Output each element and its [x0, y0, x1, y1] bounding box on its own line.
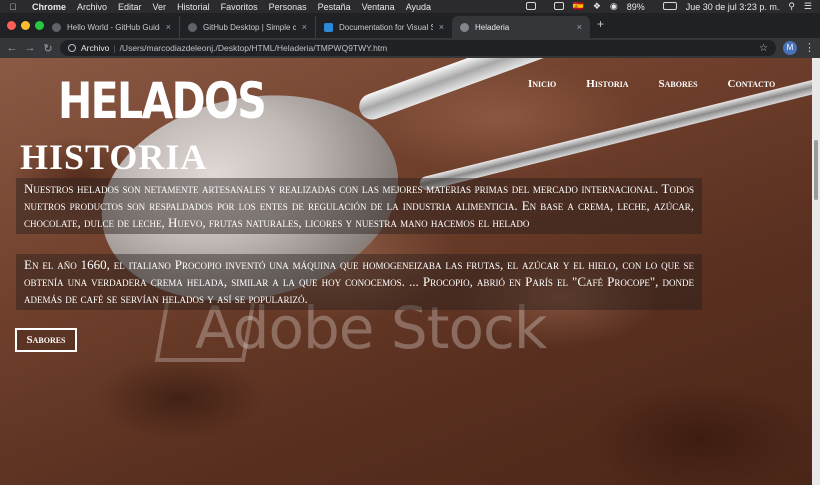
os-menubar:  Chrome Archivo Editar Ver Historial Fa… [0, 0, 820, 13]
section-title: HISTORIA [20, 137, 208, 177]
close-tab-icon[interactable]: × [577, 22, 582, 32]
menu-editar[interactable]: Editar [118, 2, 142, 12]
reload-icon[interactable]: ↻ [39, 42, 57, 55]
profile-avatar[interactable]: M [783, 41, 797, 55]
globe-icon [460, 22, 469, 32]
menu-ayuda[interactable]: Ayuda [406, 2, 431, 12]
apple-icon[interactable]:  [8, 2, 18, 12]
background-handle-shape [355, 58, 807, 124]
more-menu-icon[interactable]: ⋮ [804, 41, 815, 54]
tab-github-guides[interactable]: Hello World - GitHub Guides × [44, 16, 180, 38]
tab-github-desktop[interactable]: GitHub Desktop | Simple collab × [180, 16, 316, 38]
tab-heladeria[interactable]: Heladeria × [452, 16, 590, 38]
tab-strip: Hello World - GitHub Guides × GitHub Des… [0, 13, 820, 38]
new-tab-button[interactable]: + [597, 17, 604, 31]
info-icon[interactable] [68, 44, 76, 52]
maximize-window-icon[interactable] [35, 21, 44, 30]
history-paragraph-2: En el año 1660, el italiano Procopio inv… [16, 254, 702, 310]
close-window-icon[interactable] [7, 21, 16, 30]
close-tab-icon[interactable]: × [439, 22, 444, 32]
bookmark-star-icon[interactable]: ☆ [759, 43, 768, 54]
status-icon[interactable] [545, 1, 564, 12]
tab-vscode-docs[interactable]: Documentation for Visual Studio × [316, 16, 452, 38]
site-nav: Inicio Historia Sabores Contacto [528, 78, 812, 90]
menu-archivo[interactable]: Archivo [77, 2, 107, 12]
page-viewport: Adobe Stock HELADOS Inicio Historia Sabo… [0, 58, 812, 485]
wifi-icon[interactable]: ◉ [610, 1, 618, 12]
search-icon[interactable]: ⚲ [788, 1, 795, 12]
scrollbar-thumb[interactable] [814, 140, 818, 200]
battery-percent[interactable]: 89% [627, 2, 645, 12]
nav-sabores[interactable]: Sabores [659, 78, 698, 90]
close-tab-icon[interactable]: × [302, 22, 307, 32]
menu-app-name[interactable]: Chrome [32, 2, 66, 12]
history-paragraph-1: Nuestros helados son netamente artesanal… [16, 178, 702, 234]
tab-title: Heladeria [475, 22, 510, 32]
browser-toolbar: ← → ↻ Archivo | /Users/marcodiazdeleonj.… [0, 38, 820, 58]
bluetooth-icon[interactable]: ❖ [593, 1, 601, 12]
menubar-status-area: 🇪🇸 ❖ ◉ 89% Jue 30 de jul 3:23 p. m. ⚲ ☰ [508, 1, 812, 12]
scheme-label: Archivo [81, 43, 110, 53]
tab-title: Hello World - GitHub Guides [67, 22, 160, 32]
menu-pestana[interactable]: Pestaña [318, 2, 351, 12]
menu-personas[interactable]: Personas [269, 2, 307, 12]
vscode-icon [324, 22, 333, 32]
menu-ventana[interactable]: Ventana [362, 2, 395, 12]
github-icon [52, 22, 61, 32]
clock[interactable]: Jue 30 de jul 3:23 p. m. [686, 2, 780, 12]
site-logo[interactable]: HELADOS [58, 72, 267, 130]
nav-inicio[interactable]: Inicio [528, 78, 556, 90]
menu-historial[interactable]: Historial [177, 2, 210, 12]
status-icon[interactable] [517, 1, 536, 12]
battery-icon[interactable] [654, 1, 677, 12]
back-arrow-icon[interactable]: ← [3, 42, 21, 54]
github-icon [188, 22, 197, 32]
close-tab-icon[interactable]: × [166, 22, 171, 32]
url-text[interactable]: /Users/marcodiazdeleonj./Desktop/HTML/He… [120, 43, 388, 53]
scheme-separator: | [113, 43, 116, 53]
page-scrollbar[interactable] [812, 58, 820, 485]
input-flag-icon[interactable]: 🇪🇸 [573, 1, 584, 12]
notification-center-icon[interactable]: ☰ [804, 1, 812, 12]
nav-contacto[interactable]: Contacto [728, 78, 776, 90]
sabores-button[interactable]: Sabores [15, 328, 77, 352]
background-handle-shape [418, 76, 812, 192]
window-controls [7, 21, 49, 30]
nav-historia[interactable]: Historia [586, 78, 628, 90]
menu-ver[interactable]: Ver [153, 2, 167, 12]
minimize-window-icon[interactable] [21, 21, 30, 30]
address-bar[interactable]: Archivo | /Users/marcodiazdeleonj./Deskt… [60, 40, 776, 56]
tab-title: Documentation for Visual Studio [339, 22, 433, 32]
menu-favoritos[interactable]: Favoritos [221, 2, 258, 12]
tab-title: GitHub Desktop | Simple collab [203, 22, 296, 32]
forward-arrow-icon[interactable]: → [21, 42, 39, 54]
